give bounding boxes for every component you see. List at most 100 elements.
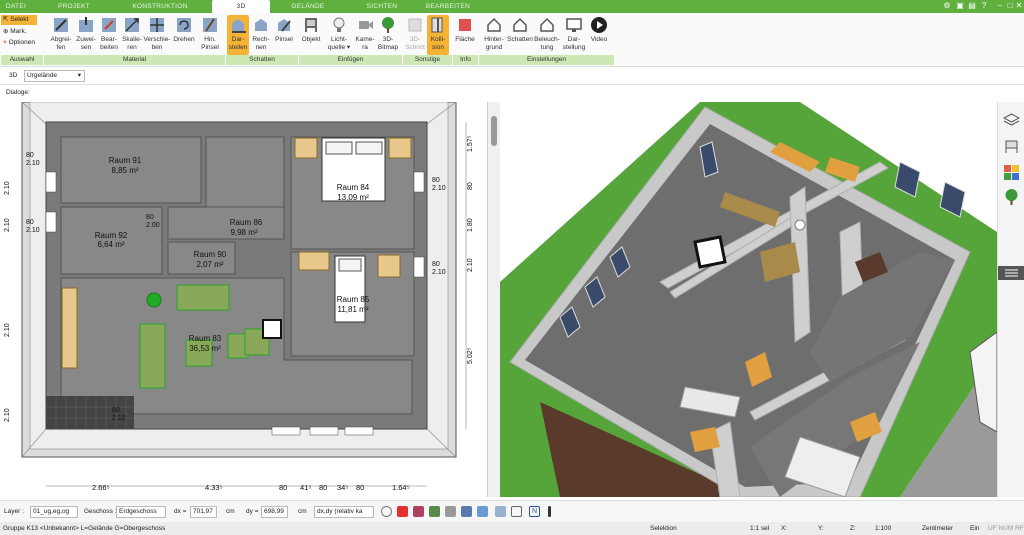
material-scale-button[interactable]: Skalie-ren: [121, 15, 143, 52]
select-button[interactable]: ⇱ Selekt: [1, 15, 37, 25]
print-icon[interactable]: ▤: [967, 1, 977, 11]
record-icon[interactable]: [397, 506, 408, 517]
bottom-dim-8: 1.64⁵: [392, 483, 410, 492]
geschoss-select[interactable]: Erdgeschoss: [116, 506, 166, 518]
right-dim-3: 1.80: [467, 218, 474, 232]
dy-input[interactable]: 698,99: [261, 506, 288, 518]
edit-texture-icon: [102, 18, 116, 32]
insert-light-button[interactable]: Licht-quelle ▾: [323, 15, 355, 52]
tab-projekt[interactable]: PROJEKT: [44, 0, 104, 13]
terrain-select[interactable]: Urgelände ▾: [24, 70, 85, 82]
scale-icon: [125, 18, 139, 32]
layer-value: 01_ug,eg,og: [33, 508, 70, 515]
floor-plan-view[interactable]: Raum 91 8,85 m² Raum 92 6,64 m² Raum 90 …: [0, 102, 488, 497]
north-icon[interactable]: N: [529, 506, 540, 517]
tab-konstruktion[interactable]: KONSTRUKTION: [120, 0, 200, 13]
area-button[interactable]: Fläche: [454, 15, 476, 44]
ribbon: ⇱ Selekt ⊕ Mark. + Optionen Auswahl Abgr…: [0, 13, 1024, 67]
scrollbar-thumb[interactable]: [491, 116, 497, 146]
help-icon[interactable]: ?: [979, 1, 989, 11]
mark-button[interactable]: ⊕ Mark.: [3, 27, 27, 35]
view-mode-label: 3D: [9, 72, 18, 79]
relative-mode-select[interactable]: dx,dy (relativ ka: [314, 506, 374, 518]
collision-button[interactable]: Kolli-sion: [427, 15, 449, 55]
group-einstellungen: Einstellungen: [478, 55, 614, 65]
nightstand-room85: [377, 254, 401, 278]
close-icon[interactable]: ✕: [1014, 1, 1024, 11]
select-label: Selekt: [10, 16, 29, 23]
plan-scrollbar[interactable]: [488, 102, 500, 497]
tab-gelaende[interactable]: GELÄNDE: [278, 0, 338, 13]
right-window-height-2: 2.10: [432, 269, 446, 276]
room-83-area: 36,53 m²: [189, 344, 221, 353]
stove-3d: [693, 235, 727, 269]
material-edit-button[interactable]: Bear-beiten: [97, 15, 121, 52]
dy-unit: cm: [298, 508, 307, 515]
status-x: X:: [781, 525, 788, 532]
material-brush-button[interactable]: Hin. Pinsel: [197, 15, 223, 52]
left-dim-3: 2.10: [4, 323, 11, 337]
settings-icon[interactable]: ⚙: [942, 1, 952, 11]
minimize-icon[interactable]: –: [995, 1, 1005, 11]
insert-bitmap-button[interactable]: 3D- Bitmap: [376, 15, 400, 52]
room-91-name: Raum 91: [109, 156, 142, 165]
ortho-icon[interactable]: [495, 506, 506, 517]
options-button[interactable]: + Optionen: [3, 39, 35, 46]
measure-icon[interactable]: [445, 506, 456, 517]
grid-view-icon[interactable]: [429, 506, 440, 517]
lighting-button[interactable]: Beleuch-tung: [534, 15, 560, 52]
background-button[interactable]: Hinter-grund: [481, 15, 507, 52]
layers-icon[interactable]: [1002, 112, 1021, 129]
stair-width-label: 80: [112, 407, 120, 414]
status-flags: UF NUM RF: [988, 525, 1024, 532]
right-dim-5: 5.02⁵: [467, 347, 474, 364]
room-90-name: Raum 90: [194, 250, 227, 259]
snap-icon[interactable]: [477, 506, 488, 517]
status-mode: Selektion: [650, 525, 677, 532]
shadow-display-button[interactable]: Dar-stellen: [227, 15, 249, 55]
tab-sichten[interactable]: SICHTEN: [352, 0, 412, 13]
tab-datei[interactable]: DATEI: [2, 0, 30, 13]
video-button[interactable]: Video: [588, 15, 610, 44]
shadow-brush-button[interactable]: Pinsel: [273, 15, 295, 44]
room-86-name: Raum 86: [230, 218, 263, 227]
shadow-settings-button[interactable]: Schatten: [507, 15, 533, 44]
snapshot-icon[interactable]: [413, 506, 424, 517]
material-pick-button[interactable]: Abgrei-fen: [47, 15, 75, 52]
pillow-left: [325, 141, 353, 155]
insert-object-button[interactable]: Objekt: [300, 15, 322, 44]
right-sidebar: [997, 102, 1024, 497]
tab-3d[interactable]: 3D: [212, 0, 270, 13]
3d-view[interactable]: [500, 102, 997, 497]
layer-view-icon[interactable]: [461, 506, 472, 517]
house-light-icon: [540, 17, 554, 32]
material-move-button[interactable]: Verschie-ben: [143, 15, 171, 52]
material-assign-button[interactable]: Zuwei-sen: [75, 15, 97, 52]
display-settings-button[interactable]: Dar-stellung: [561, 15, 587, 52]
materials-icon[interactable]: [1003, 164, 1020, 181]
eyedropper-icon: [54, 18, 68, 32]
clock-icon[interactable]: [381, 506, 392, 517]
material-rotate-button[interactable]: Drehen: [171, 15, 197, 44]
dx-input[interactable]: 701,97: [190, 506, 217, 518]
group-schatten: Schatten: [225, 55, 298, 65]
left-window-width-1: 80: [26, 152, 34, 159]
grid-icon[interactable]: [511, 506, 522, 517]
section-3d-button[interactable]: 3D- Schnitt: [403, 15, 427, 52]
layer-select[interactable]: 01_ug,eg,og: [30, 506, 78, 518]
save-icon[interactable]: ▣: [955, 1, 965, 11]
background-icon: [487, 17, 501, 32]
room-90-area: 2,07 m²: [196, 260, 223, 269]
furniture-icon[interactable]: [1003, 138, 1020, 155]
collision-icon: [431, 17, 443, 33]
insert-camera-button[interactable]: Kame-ra: [355, 15, 375, 52]
single-pillow: [338, 258, 362, 272]
bottom-dim-1: 2.66⁵: [92, 483, 110, 492]
bottom-toolbar: Layer : 01_ug,eg,og Geschoss : Erdgescho…: [0, 500, 1024, 522]
plant-icon[interactable]: [1003, 188, 1020, 205]
tab-bearbeiten[interactable]: BEARBEITEN: [418, 0, 478, 13]
group-einfuegen: Einfügen: [298, 55, 402, 65]
bottom-dim-4: 41⁵: [300, 483, 311, 492]
shadow-calc-button[interactable]: Rech-nen: [250, 15, 272, 52]
hamburger-menu-icon[interactable]: [998, 266, 1024, 280]
